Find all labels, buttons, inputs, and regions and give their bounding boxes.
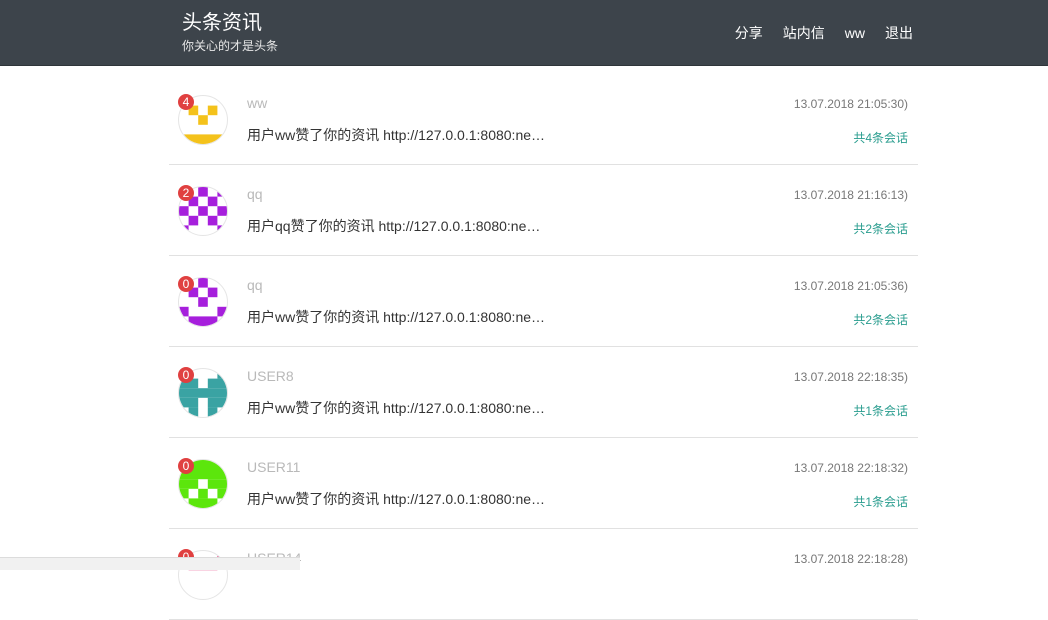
conversation-item[interactable]: 4 ww 用户ww赞了你的资讯 http://127.0.0.1:8080:ne… — [169, 74, 918, 165]
sender-name[interactable]: USER8 — [247, 368, 294, 384]
identicon-cell — [188, 215, 199, 226]
unread-badge: 0 — [178, 367, 194, 383]
identicon-cell — [179, 397, 199, 408]
unread-badge: 0 — [178, 458, 194, 474]
identicon-cell — [198, 115, 208, 125]
identicon-cell — [207, 287, 218, 298]
nav-messages-link[interactable]: 站内信 — [783, 24, 825, 42]
identicon-cell — [207, 407, 218, 417]
identicon-cell — [217, 206, 227, 216]
identicon-cell — [217, 187, 227, 197]
site-subtitle: 你关心的才是头条 — [182, 39, 279, 53]
identicon-cell — [188, 407, 199, 417]
message-time: 13.07.2018 22:18:35) — [793, 370, 908, 384]
message-preview[interactable]: 用户ww赞了你的资讯 http://127.0.0.1:8080:news/..… — [247, 307, 547, 327]
avatar[interactable]: 0 — [178, 367, 228, 418]
message-preview[interactable]: 用户qq赞了你的资讯 http://127.0.0.1:8080:news/..… — [247, 216, 547, 236]
message-preview[interactable]: 用户ww赞了你的资讯 http://127.0.0.1:8080:news/..… — [247, 125, 547, 145]
identicon-cell — [207, 397, 227, 408]
unread-badge: 4 — [178, 94, 194, 110]
identicon-cell — [207, 215, 218, 226]
identicon-cell — [207, 479, 227, 489]
identicon-cell — [198, 187, 208, 197]
sender-name[interactable]: qq — [247, 186, 263, 202]
identicon-cell — [207, 378, 227, 389]
message-time: 13.07.2018 21:05:30) — [793, 97, 908, 111]
conversation-count-link[interactable]: 共1条会话 — [853, 402, 908, 419]
identicon-cell — [179, 488, 189, 499]
identicon-cell — [179, 479, 199, 489]
sender-name[interactable]: USER11 — [247, 459, 300, 475]
site-title[interactable]: 头条资讯 — [182, 11, 278, 35]
identicon-cell — [198, 206, 208, 216]
avatar[interactable]: 2 — [178, 185, 228, 236]
identicon-cell — [198, 297, 208, 307]
message-time: 13.07.2018 21:16:13) — [793, 188, 908, 202]
message-preview[interactable]: 用户ww赞了你的资讯 http://127.0.0.1:8080:news/..… — [247, 489, 547, 509]
message-time: 13.07.2018 22:18:32) — [793, 461, 908, 475]
identicon-cell — [179, 134, 227, 144]
identicon-cell — [198, 278, 208, 288]
horizontal-scrollbar[interactable] — [0, 557, 300, 570]
top-navbar: 头条资讯 你关心的才是头条 分享 站内信 ww 退出 — [0, 0, 1048, 66]
identicon-cell — [217, 306, 227, 317]
message-preview[interactable]: 用户ww赞了你的资讯 http://127.0.0.1:8080:news/..… — [247, 398, 547, 418]
nav-links: 分享 站内信 ww 退出 — [715, 24, 913, 42]
identicon-cell — [179, 206, 189, 216]
nav-user-link[interactable]: ww — [845, 24, 865, 42]
brand[interactable]: 头条资讯 你关心的才是头条 — [182, 11, 278, 54]
unread-badge: 2 — [178, 185, 194, 201]
identicon-cell — [179, 225, 189, 235]
identicon-cell — [217, 369, 227, 379]
identicon-cell — [179, 388, 227, 398]
nav-logout-link[interactable]: 退出 — [885, 24, 913, 42]
sender-name[interactable]: qq — [247, 277, 263, 293]
conversation-item[interactable]: 0 USER14 13.07.2018 22:18:28) — [169, 529, 918, 620]
identicon-cell — [207, 105, 218, 116]
conversation-count-link[interactable]: 共2条会话 — [853, 311, 908, 328]
unread-badge: 0 — [178, 276, 194, 292]
avatar[interactable]: 4 — [178, 94, 228, 145]
avatar[interactable]: 0 — [178, 458, 228, 509]
avatar[interactable]: 0 — [178, 276, 228, 327]
conversation-item[interactable]: 0 USER11 用户ww赞了你的资讯 http://127.0.0.1:808… — [169, 438, 918, 529]
conversation-list: 4 ww 用户ww赞了你的资讯 http://127.0.0.1:8080:ne… — [169, 74, 918, 620]
message-time: 13.07.2018 21:05:36) — [793, 279, 908, 293]
identicon-cell — [217, 488, 227, 499]
nav-share-link[interactable]: 分享 — [735, 24, 763, 42]
identicon-cell — [207, 196, 218, 207]
identicon-cell — [198, 488, 208, 499]
identicon-cell — [179, 306, 189, 317]
conversation-item[interactable]: 0 qq 用户ww赞了你的资讯 http://127.0.0.1:8080:ne… — [169, 256, 918, 347]
conversation-item[interactable]: 0 USER8 用户ww赞了你的资讯 http://127.0.0.1:8080… — [169, 347, 918, 438]
conversation-count-link[interactable]: 共2条会话 — [853, 220, 908, 237]
conversation-item[interactable]: 2 qq 用户qq赞了你的资讯 http://127.0.0.1:8080:ne… — [169, 165, 918, 256]
identicon-cell — [188, 316, 218, 326]
message-time: 13.07.2018 22:18:28) — [793, 552, 908, 566]
conversation-count-link[interactable]: 共1条会话 — [853, 493, 908, 510]
sender-name[interactable]: ww — [247, 95, 267, 111]
identicon-cell — [188, 498, 218, 508]
identicon-cell — [217, 225, 227, 235]
conversation-count-link[interactable]: 共4条会话 — [853, 129, 908, 146]
